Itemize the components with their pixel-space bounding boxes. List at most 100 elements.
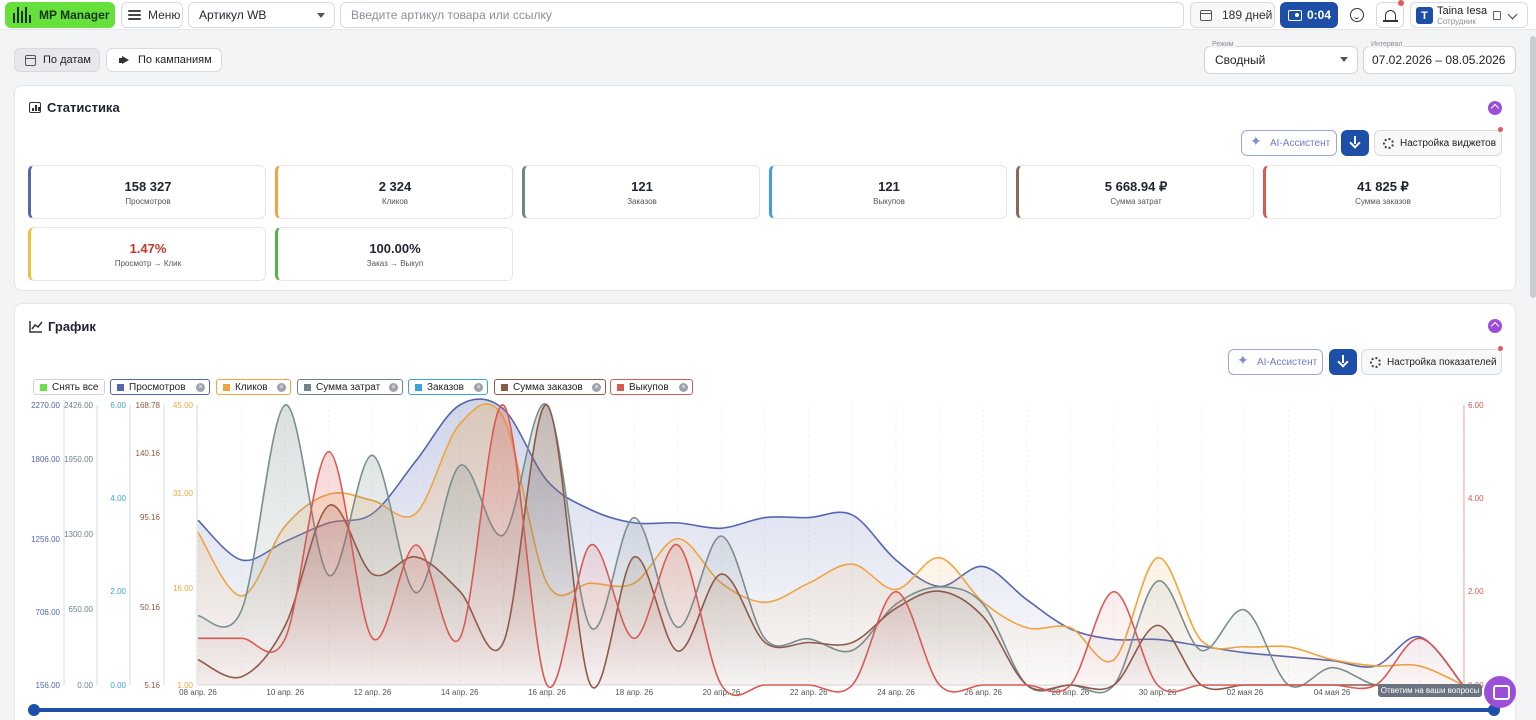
- user-role: Сотрудник: [1437, 17, 1476, 26]
- help-tooltip: Ответим на ваши вопросы: [1378, 684, 1482, 697]
- slider-track: [34, 708, 1494, 712]
- copy-icon[interactable]: [1493, 11, 1501, 20]
- widget-settings-button[interactable]: Настройка виджетов: [1374, 130, 1502, 156]
- logo[interactable]: MP Manager: [5, 2, 115, 28]
- avatar: T: [1416, 7, 1433, 24]
- legend-swatch: [415, 383, 422, 391]
- legend-item[interactable]: Заказов ×: [408, 379, 488, 395]
- stats-title: Статистика: [29, 100, 120, 115]
- close-icon[interactable]: ×: [196, 383, 205, 392]
- legend-item[interactable]: Снять все: [33, 379, 105, 395]
- y-tick-label: 1256.00: [31, 535, 60, 544]
- metric-label: Просмотров: [125, 197, 171, 206]
- legend-item[interactable]: Выкупов ×: [610, 379, 693, 395]
- widget-settings-label: Настройка виджетов: [1400, 137, 1497, 149]
- mode-select[interactable]: Сводный: [1204, 46, 1358, 74]
- y-tick-label: 95.16: [140, 513, 161, 522]
- metric-value: 121: [878, 179, 900, 194]
- indicator-settings-label: Настройка показателей: [1387, 356, 1497, 368]
- legend-item[interactable]: Сумма заказов ×: [494, 379, 606, 395]
- metric-value: 158 327: [124, 179, 172, 194]
- y-tick-label: 2426.00: [64, 401, 93, 410]
- y-tick-label: 2270.00: [31, 401, 60, 410]
- y-tick-label: 4.00: [1468, 494, 1484, 503]
- logo-icon: [13, 7, 31, 23]
- close-icon[interactable]: ×: [277, 383, 286, 392]
- y-tick-label: 1806.00: [31, 455, 60, 464]
- chart-title: График: [29, 319, 96, 334]
- gear-icon: [1370, 356, 1381, 368]
- metric-value: 2 324: [378, 179, 412, 194]
- y-tick-label: 6.00: [110, 401, 126, 410]
- x-tick-label: 14 апр. 26: [441, 688, 479, 697]
- collapse-up-icon[interactable]: [1488, 319, 1502, 333]
- mode-label: Режим: [1210, 41, 1236, 48]
- search-input[interactable]: [340, 2, 1184, 28]
- legend-label: Сумма заказов: [513, 381, 583, 393]
- metric-label: Кликов: [381, 197, 409, 206]
- legend-item[interactable]: Кликов ×: [216, 379, 291, 395]
- chart-canvas: 2270.00 1806.00 1256.00 706.00 156.00 2426.00…: [31, 398, 1484, 697]
- legend-swatch: [501, 383, 508, 391]
- collapse-up-icon[interactable]: [1488, 101, 1502, 115]
- page-scrollbar[interactable]: [1530, 36, 1536, 298]
- indicator-settings-button[interactable]: Настройка показателей: [1361, 349, 1502, 375]
- interval-picker[interactable]: 07.02.2026 – 08.05.2026: [1363, 46, 1516, 74]
- legend-label: Выкупов: [629, 381, 669, 393]
- y-tick-label: 2.00: [1468, 587, 1484, 596]
- chart-title-text: График: [48, 319, 96, 334]
- timer-label: 0:04: [1307, 8, 1332, 22]
- by-dates-label: По датам: [43, 54, 91, 66]
- y-tick-label: 5.16: [144, 681, 160, 690]
- y-tick-label: 2.00: [110, 587, 126, 596]
- legend-item[interactable]: Просмотров ×: [110, 379, 210, 395]
- chevron-down-icon: [1340, 57, 1348, 62]
- days-button[interactable]: 189 дней: [1190, 2, 1275, 28]
- user-menu[interactable]: T Taina Iesa Сотрудник: [1410, 2, 1528, 28]
- x-tick-label: 02 мая 26: [1227, 688, 1264, 697]
- top-bar: MP Manager Меню Артикул WB 189 дней 0:04…: [0, 0, 1536, 30]
- chevron-down-icon[interactable]: [1507, 9, 1518, 20]
- video-timer-button[interactable]: 0:04: [1280, 2, 1338, 28]
- date-range-slider[interactable]: [28, 703, 1500, 717]
- chat-support-button[interactable]: [1484, 676, 1516, 708]
- by-campaigns-tab[interactable]: По кампаниям: [106, 48, 222, 72]
- metric-card: 100.00% Заказ → Выкуп: [275, 227, 513, 281]
- article-type-value: Артикул WB: [199, 8, 267, 22]
- metric-label: Просмотр → Клик: [114, 259, 182, 268]
- close-icon[interactable]: ×: [474, 383, 483, 392]
- legend-item[interactable]: Сумма затрат ×: [297, 379, 403, 395]
- sparkle-icon: [1237, 353, 1251, 369]
- calendar-icon: [25, 54, 36, 66]
- sparkle-icon: [1250, 134, 1264, 150]
- gear-icon: [1383, 137, 1394, 149]
- article-type-select[interactable]: Артикул WB: [188, 2, 335, 28]
- slider-start-handle[interactable]: [28, 704, 40, 716]
- download-button[interactable]: [1329, 349, 1357, 375]
- y-tick-label: 31.00: [173, 489, 194, 498]
- legend-swatch: [40, 383, 47, 391]
- feedback-button[interactable]: [1344, 2, 1370, 28]
- download-button[interactable]: [1341, 130, 1369, 156]
- menu-button[interactable]: Меню: [121, 2, 183, 28]
- by-dates-tab[interactable]: По датам: [14, 48, 100, 72]
- logo-text: MP Manager: [39, 8, 110, 22]
- close-icon[interactable]: ×: [389, 383, 398, 392]
- legend-swatch: [223, 383, 230, 391]
- close-icon[interactable]: ×: [679, 383, 688, 392]
- y-tick-label: 16.00: [173, 584, 194, 593]
- video-icon: [1288, 9, 1302, 21]
- x-tick-label: 10 апр. 26: [266, 688, 304, 697]
- calendar-icon: [1200, 9, 1212, 21]
- legend-label: Сумма затрат: [316, 381, 381, 393]
- ai-assistant-button[interactable]: AI-Ассистент: [1241, 130, 1337, 156]
- close-icon[interactable]: ×: [592, 383, 601, 392]
- interval-value: 07.02.2026 – 08.05.2026: [1372, 53, 1506, 67]
- x-tick-label: 16 апр. 26: [528, 688, 566, 697]
- stats-icon: [29, 102, 41, 113]
- metric-value: 1.47%: [129, 241, 167, 256]
- interval-label: Интервал: [1369, 41, 1405, 48]
- ai-assistant-button[interactable]: AI-Ассистент: [1228, 349, 1323, 375]
- x-tick-label: 18 апр. 26: [615, 688, 653, 697]
- megaphone-icon: [119, 56, 130, 65]
